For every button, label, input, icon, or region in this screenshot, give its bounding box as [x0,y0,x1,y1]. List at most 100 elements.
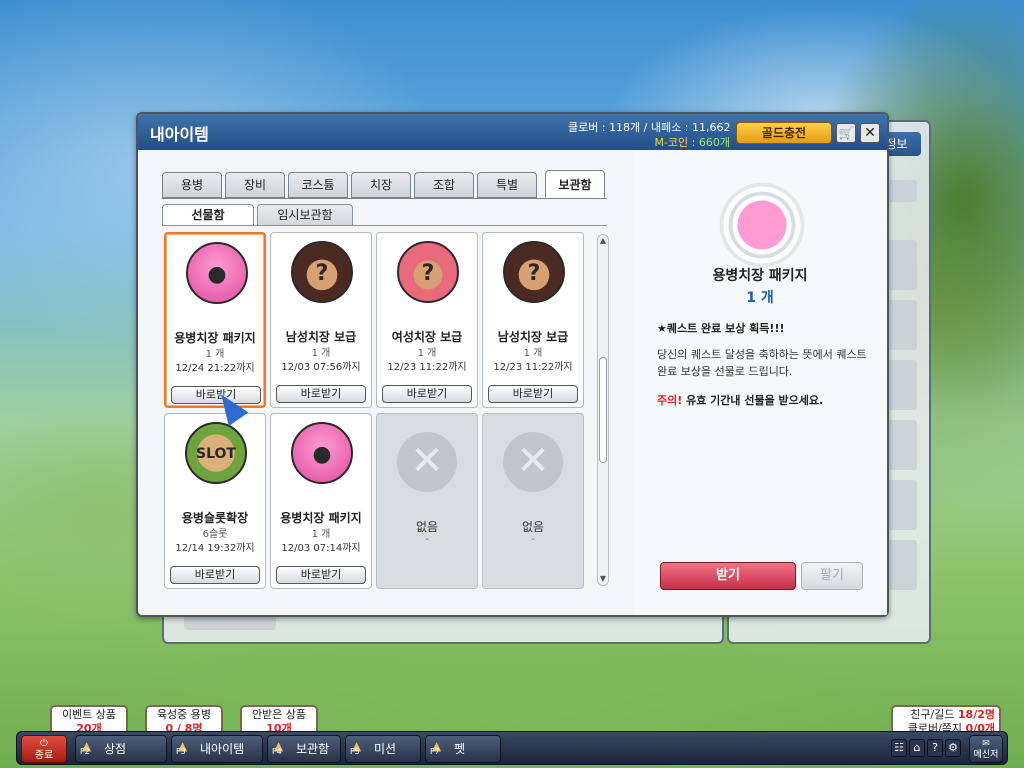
item-slot[interactable]: SLOT 용병슬롯확장 6슬롯 12/14 19:32까지 바로받기 [164,413,266,589]
detail-item-quantity: 1 개 [746,290,774,306]
receive-button[interactable]: 받기 [660,562,796,590]
item-expiry: 12/03 07:14까지 [281,543,361,554]
detail-warning: 주의! 유효 기간내 선물을 받으세요. [657,392,823,408]
pet-button[interactable]: ▲ F7 펫 [425,735,501,763]
cart-icon[interactable]: 🛒 [836,123,856,143]
home-icon[interactable]: ⌂ [909,739,925,757]
item-name: 남성치장 보급 [497,330,569,344]
currency-separator: / [640,121,651,134]
fkey-label: F7 [430,747,440,756]
item-expiry: 12/23 11:22까지 [387,362,467,373]
friend-label: 친구/길드 [910,708,958,721]
tab-equipment[interactable]: 장비 [225,172,285,198]
item-quantity: 1 개 [205,349,225,360]
item-quantity: 1 개 [417,348,437,359]
item-name: 여성치장 보급 [391,330,463,344]
warning-text: 유효 기간내 선물을 받으세요. [682,394,824,407]
item-quantity: 6슬롯 [202,529,228,540]
item-slot[interactable]: ? 여성치장 보급 1 개 12/23 11:22까지 바로받기 [376,232,478,408]
gear-icon[interactable]: ⚙ [945,739,961,757]
grid-icon[interactable]: ☷ [891,739,907,757]
sell-button[interactable]: 팔기 [801,562,863,590]
subtab-gift-box[interactable]: 선물함 [162,204,254,226]
item-quantity: - [425,534,429,545]
currency-line-mcoin: M-코인 : 660개 [568,134,730,150]
pink-hair-package-icon [717,180,807,270]
item-quantity: - [531,534,535,545]
item-name: 없음 [415,520,439,534]
quit-button[interactable]: ⏻ 종료 [21,735,67,763]
item-slot[interactable]: ● 용병치장 패키지 1 개 12/24 21:22까지 바로받기 [164,232,266,408]
scroll-down-icon[interactable]: ▼ [598,573,608,585]
fkey-label: F4 [272,747,282,756]
tab-combine[interactable]: 조합 [414,172,474,198]
bubble-label: 이벤트 상품 [61,708,117,721]
close-icon[interactable]: ✕ [860,123,880,143]
bubble-label: 육성중 용병 [156,708,212,721]
messenger-button[interactable]: ✉ 메신저 [969,735,1003,763]
fkey-label: F2 [80,747,90,756]
peso-value: 11,662 [691,121,731,134]
mcoin-value: 660개 [698,136,730,149]
taskbar: ⏻ 종료 ▲ F2 상점 ▲ F3 내아이템 ▲ F4 보관함 ▲ F5 미션 … [16,731,1008,765]
title-bar[interactable]: 내아이템 클로버 : 118개 / 내페소 : 11,662 M-코인 : 66… [138,114,887,150]
receive-now-button[interactable]: 바로받기 [276,385,366,403]
shop-button[interactable]: ▲ F2 상점 [75,735,167,763]
subtab-temp-storage[interactable]: 임시보관함 [257,204,353,226]
item-slot[interactable]: ? 남성치장 보급 1 개 12/03 07:56까지 바로받기 [270,232,372,408]
mcoin-label: M-코인 : [654,136,699,149]
window-title: 내아이템 [150,125,209,144]
pet-label: 펫 [454,742,466,756]
item-grid-scrollbar[interactable]: ▲ ▼ [597,234,609,586]
quit-label: 종료 [34,750,54,761]
slot-box-icon: SLOT [185,422,247,484]
messenger-icon: ✉ [982,739,990,749]
item-name: 용병치장 패키지 [280,511,362,525]
detail-description: 당신의 퀘스트 달성을 축하하는 뜻에서 퀘스트 완료 보상을 선물로 드립니다… [657,348,867,378]
item-expiry: 12/14 19:32까지 [175,543,255,554]
power-icon: ⏻ [40,738,48,749]
afro-male-costume-icon: ? [291,241,353,303]
my-item-label: 내아이템 [200,742,245,756]
subtab-divider [162,225,607,226]
peso-label: 내페소 : [650,121,692,134]
scroll-thumb[interactable] [599,357,607,463]
item-quantity: 1 개 [311,348,331,359]
item-quantity: 1 개 [523,348,543,359]
mission-label: 미션 [374,742,397,756]
storage-button[interactable]: ▲ F4 보관함 [267,735,341,763]
tab-costume[interactable]: 코스튬 [288,172,348,198]
tab-mercenary[interactable]: 용병 [162,172,222,198]
mission-button[interactable]: ▲ F5 미션 [345,735,421,763]
pink-hair-package-icon: ● [186,242,248,304]
tab-special[interactable]: 특별 [477,172,537,198]
bubble-label: 안받은 상품 [251,708,307,721]
receive-now-button[interactable]: 바로받기 [382,385,472,403]
scroll-up-icon[interactable]: ▲ [598,235,608,247]
item-slot[interactable]: ● 용병치장 패키지 1 개 12/03 07:14까지 바로받기 [270,413,372,589]
tab-storage[interactable]: 보관함 [545,170,605,198]
item-expiry: 12/23 11:22까지 [493,362,573,373]
gold-charge-button[interactable]: 골드충전 [736,122,832,144]
empty-item-slot: ✕ 없음 - [482,413,584,589]
help-icon[interactable]: ? [927,739,943,757]
receive-now-button[interactable]: 바로받기 [276,566,366,584]
receive-now-button[interactable]: 바로받기 [170,566,260,584]
item-slot[interactable]: ? 남성치장 보급 1 개 12/23 11:22까지 바로받기 [482,232,584,408]
clover-value: 118개 [609,121,641,134]
tab-decoration[interactable]: 치장 [351,172,411,198]
messenger-label: 메신저 [973,750,999,760]
tab-divider [162,198,607,199]
afro-male-costume-icon: ? [503,241,565,303]
female-costume-icon: ? [397,241,459,303]
receive-now-button[interactable]: 바로받기 [488,385,578,403]
my-item-button[interactable]: ▲ F3 내아이템 [171,735,263,763]
storage-label: 보관함 [296,742,330,756]
item-name: 용병슬롯확장 [181,511,249,525]
friend-value: 18/2명 [957,708,995,721]
warning-label: 주의! [657,394,683,407]
item-name: 남성치장 보급 [285,330,357,344]
fkey-label: F3 [176,747,186,756]
fkey-label: F5 [350,747,360,756]
detail-item-name: 용병치장 패키지 [712,268,808,284]
